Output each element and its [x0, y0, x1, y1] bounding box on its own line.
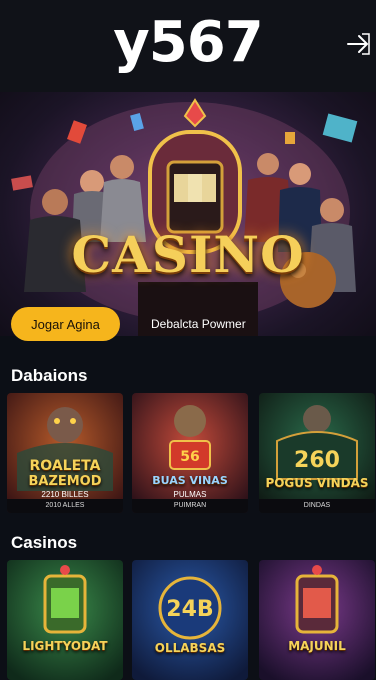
game-card-title: OLLABSAS — [154, 641, 226, 655]
game-card-art: 24B — [132, 560, 248, 680]
section-title-casinos: Casinos — [11, 533, 78, 552]
game-card[interactable]: 260 POGUS VINDAS DINDAS — [259, 393, 375, 513]
game-card-title: BUAS VINAS — [152, 474, 228, 487]
game-card[interactable]: LIGHTYODAT — [7, 560, 123, 680]
section-title-dabaions: Dabaions — [11, 366, 88, 385]
game-card-subtitle: PULMAS — [173, 490, 207, 499]
hero-banner[interactable]: CASINO Jogar Agina Debalcta Powmer — [0, 92, 376, 354]
game-card-footer: PUIMRAN — [132, 499, 248, 513]
svg-text:56: 56 — [180, 449, 199, 465]
game-card-footer: DINDAS — [259, 499, 375, 513]
game-card[interactable]: 56 BUAS VINAS PULMAS PUIMRAN — [132, 393, 248, 513]
play-now-button[interactable]: Jogar Agina — [11, 307, 120, 341]
svg-text:260: 260 — [294, 448, 340, 473]
brand-logo[interactable]: y567 — [113, 15, 263, 71]
game-card-subtitle: 2210 BILLES — [41, 490, 89, 499]
game-card-title-line2: BAZEMOD — [28, 474, 102, 489]
game-card-title: POGUS VINDAS — [265, 476, 369, 490]
game-card-title: LIGHTYODAT — [22, 639, 108, 653]
game-card-art — [7, 560, 123, 680]
game-card[interactable]: ROALETA BAZEMOD 2210 BILLES 2010 ALLES — [7, 393, 123, 513]
secondary-cta-link[interactable]: Debalcta Powmer — [141, 307, 256, 341]
game-card[interactable]: 24B OLLABSAS — [132, 560, 248, 680]
svg-text:24B: 24B — [166, 597, 213, 622]
login-arrow-icon[interactable] — [344, 30, 372, 58]
game-card-footer: 2010 ALLES — [7, 499, 123, 513]
game-card-art — [259, 560, 375, 680]
hero-title: CASINO — [71, 225, 305, 284]
game-card-title: MAJUNIL — [288, 639, 346, 653]
app-header: y567 — [0, 0, 376, 93]
game-card[interactable]: MAJUNIL — [259, 560, 375, 680]
game-card-art: 260 — [259, 393, 375, 513]
game-card-title: ROALETA — [29, 458, 101, 474]
